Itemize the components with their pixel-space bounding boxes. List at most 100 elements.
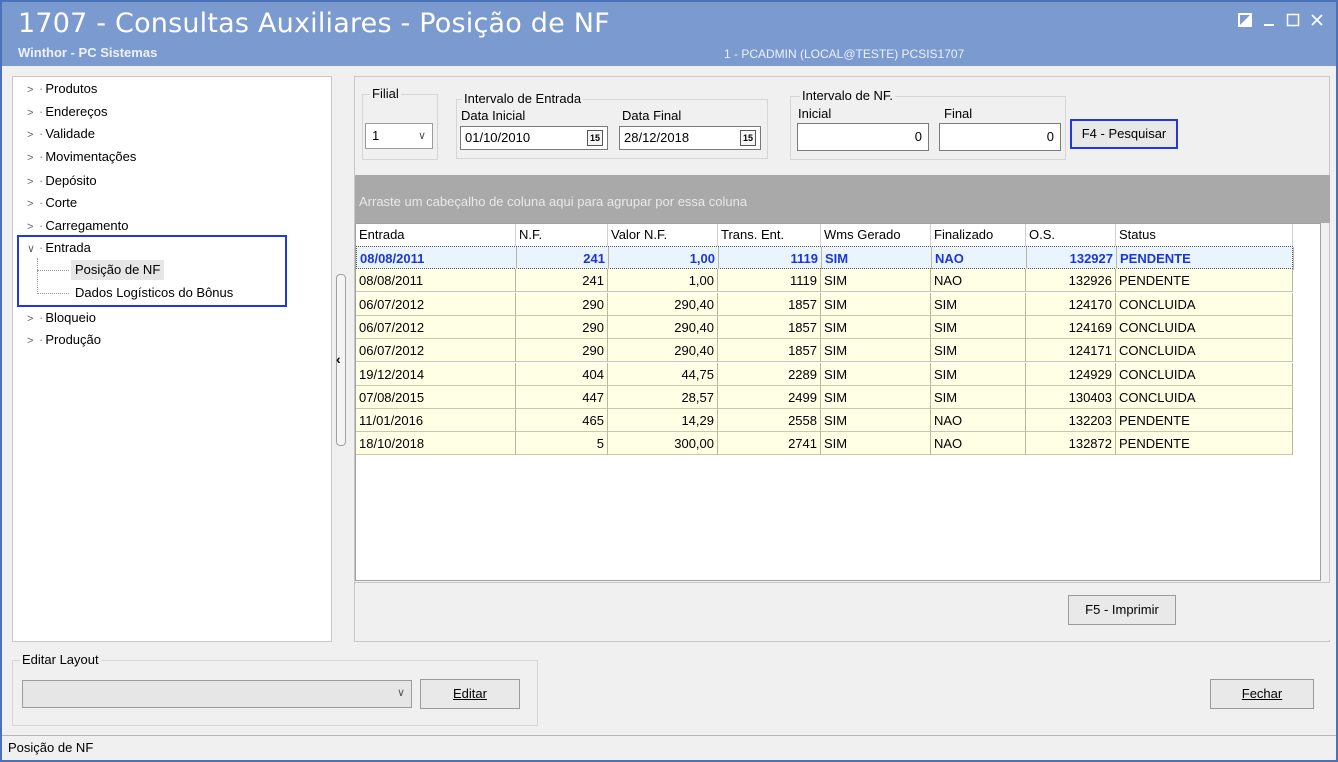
tree-item-corte[interactable]: > · Corte — [27, 193, 77, 213]
cell-valor-nf: 290,40 — [608, 339, 718, 363]
cell-valor-nf: 1,00 — [609, 247, 719, 270]
cell-nf: 290 — [516, 339, 608, 363]
tree-item-validade[interactable]: > · Validade — [27, 124, 95, 144]
navigation-tree: > · Produtos > · Endereços > · Validade > · Movi… — [12, 76, 332, 642]
cell-os: 132926 — [1026, 269, 1116, 293]
cell-nf: 241 — [516, 269, 608, 293]
cell-entrada: 06/07/2012 — [356, 339, 516, 363]
tree-item-label: Validade — [45, 126, 95, 141]
calendar-icon[interactable]: 15 — [740, 130, 756, 146]
cell-os: 132203 — [1026, 409, 1116, 433]
tree-item-label: Produção — [45, 332, 101, 347]
maximize-icon[interactable] — [1282, 10, 1304, 32]
column-header-nf[interactable]: N.F. — [516, 224, 608, 246]
application-window: 1707 - Consultas Auxiliares - Posição de… — [0, 0, 1338, 762]
fechar-button[interactable]: Fechar — [1210, 679, 1314, 709]
cell-wms-gerado: SIM — [821, 269, 931, 293]
imprimir-button[interactable]: F5 - Imprimir — [1068, 595, 1176, 625]
data-inicial-field[interactable]: 01/10/2010 15 — [460, 126, 608, 150]
column-header-trans-ent[interactable]: Trans. Ent. — [718, 224, 821, 246]
column-header-finalizado[interactable]: Finalizado — [931, 224, 1026, 246]
minimize-icon[interactable] — [1258, 10, 1280, 32]
tree-item-label: Corte — [45, 195, 78, 210]
tree-item-label: Movimentações — [45, 149, 137, 164]
group-by-bar[interactable]: Arraste um cabeçalho de coluna aqui para… — [355, 175, 1330, 223]
nf-final-input[interactable]: 0 — [939, 123, 1061, 151]
pesquisar-button[interactable]: F4 - Pesquisar — [1070, 119, 1178, 149]
final-label: Final — [944, 106, 973, 121]
cell-wms-gerado: SIM — [821, 432, 931, 456]
grid-footer — [355, 582, 1330, 640]
chevron-left-icon: ‹ — [336, 351, 341, 367]
cell-entrada: 07/08/2015 — [356, 385, 516, 409]
tree-item-producao[interactable]: > · Produção — [27, 330, 101, 350]
cell-os: 124171 — [1026, 339, 1116, 363]
table-row[interactable]: 07/08/2015 447 28,57 2499 SIM SIM 130403 CONCLU… — [356, 385, 1293, 409]
table-row[interactable]: 06/07/2012 290 290,40 1857 SIM SIM 124169 CONCL… — [356, 315, 1293, 339]
data-inicial-value: 01/10/2010 — [465, 130, 531, 145]
cell-valor-nf: 14,29 — [608, 409, 718, 433]
tree-item-produtos[interactable]: > · Produtos — [27, 79, 97, 99]
cell-wms-gerado: SIM — [821, 339, 931, 363]
column-header-entrada[interactable]: Entrada — [356, 224, 516, 246]
cell-os: 124169 — [1026, 315, 1116, 339]
tree-item-enderecos[interactable]: > · Endereços — [27, 102, 108, 122]
cell-status: CONCLUIDA — [1116, 385, 1293, 409]
cell-nf: 290 — [516, 292, 608, 316]
cell-status: CONCLUIDA — [1116, 362, 1293, 386]
tree-item-deposito[interactable]: > · Depósito — [27, 171, 97, 191]
table-row[interactable]: 11/01/2016 465 14,29 2558 SIM NAO 132203 PENDEN… — [356, 409, 1293, 433]
chevron-right-icon: > — [27, 198, 34, 210]
cell-trans-ent: 2741 — [718, 432, 821, 456]
window-subtitle: Winthor - PC Sistemas — [18, 45, 158, 60]
table-row[interactable]: 06/07/2012 290 290,40 1857 SIM SIM 124170 CONCL… — [356, 292, 1293, 316]
title-bar: 1707 - Consultas Auxiliares - Posição de… — [2, 2, 1336, 66]
cell-finalizado: SIM — [931, 339, 1026, 363]
close-icon[interactable] — [1306, 10, 1328, 32]
chevron-right-icon: > — [27, 176, 34, 188]
tree-item-label: Produtos — [45, 81, 98, 96]
data-final-field[interactable]: 28/12/2018 15 — [619, 126, 761, 150]
cell-entrada: 06/07/2012 — [356, 292, 516, 316]
table-row[interactable]: 18/10/2018 5 300,00 2741 SIM NAO 132872 PENDENT… — [356, 432, 1293, 456]
filial-select[interactable]: 1 ∨ — [365, 123, 433, 149]
cell-finalizado: SIM — [931, 315, 1026, 339]
table-row[interactable]: 19/12/2014 404 44,75 2289 SIM SIM 124929 CONCLU… — [356, 362, 1293, 386]
cell-os: 132927 — [1027, 247, 1117, 270]
editar-button[interactable]: Editar — [420, 679, 520, 709]
cell-nf: 5 — [516, 432, 608, 456]
tree-item-label: Bloqueio — [45, 310, 96, 325]
cell-entrada: 08/08/2011 — [356, 269, 516, 293]
cell-os: 124929 — [1026, 362, 1116, 386]
cell-status: CONCLUIDA — [1116, 339, 1293, 363]
intervalo-entrada-label: Intervalo de Entrada — [462, 91, 584, 106]
cell-status: PENDENTE — [1116, 409, 1293, 433]
data-inicial-label: Data Inicial — [461, 108, 526, 123]
nf-inicial-input[interactable]: 0 — [797, 123, 929, 151]
table-row[interactable]: 08/08/2011 241 1,00 1119 SIM NAO 132927 PENDENT… — [356, 246, 1294, 270]
cell-trans-ent: 1857 — [718, 315, 821, 339]
chevron-down-icon: ∨ — [396, 687, 405, 699]
results-grid: Entrada N.F. Valor N.F. Trans. Ent. Wms … — [355, 223, 1321, 581]
cell-os: 124170 — [1026, 292, 1116, 316]
tree-item-carregamento[interactable]: > · Carregamento — [27, 216, 128, 236]
layout-select[interactable]: ∨ — [22, 680, 412, 708]
filial-value: 1 — [372, 128, 380, 143]
cell-finalizado: SIM — [931, 362, 1026, 386]
column-header-wms-gerado[interactable]: Wms Gerado — [821, 224, 931, 246]
calendar-icon[interactable]: 15 — [587, 130, 603, 146]
cell-finalizado: NAO — [932, 247, 1027, 270]
tree-item-bloqueio[interactable]: > · Bloqueio — [27, 308, 96, 328]
column-header-os[interactable]: O.S. — [1026, 224, 1116, 246]
column-header-status[interactable]: Status — [1116, 224, 1293, 246]
panel-splitter[interactable]: ‹ — [336, 274, 346, 446]
cell-valor-nf: 290,40 — [608, 292, 718, 316]
table-row[interactable]: 08/08/2011 241 1,00 1119 SIM NAO 132926 PENDENT… — [356, 269, 1293, 293]
cell-wms-gerado: SIM — [821, 315, 931, 339]
tree-item-movimentacoes[interactable]: > · Movimentações — [27, 147, 136, 167]
restore-icon[interactable] — [1234, 10, 1256, 32]
intervalo-nf-label: Intervalo de NF. — [800, 88, 896, 103]
chevron-right-icon: > — [27, 84, 34, 96]
table-row[interactable]: 06/07/2012 290 290,40 1857 SIM SIM 124171 CONCL… — [356, 339, 1293, 363]
column-header-valor-nf[interactable]: Valor N.F. — [608, 224, 718, 246]
